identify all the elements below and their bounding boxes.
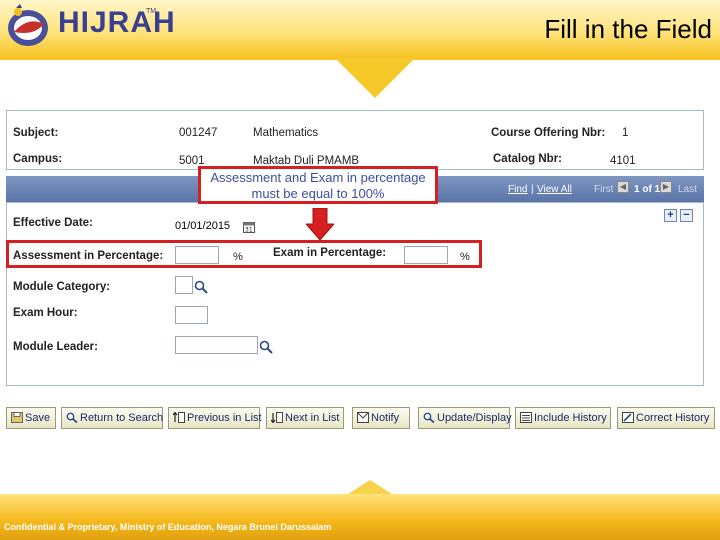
svg-text:31: 31 — [245, 227, 253, 234]
notify-icon — [357, 412, 369, 423]
previous-row-icon[interactable]: ◀ — [617, 181, 629, 193]
row-count: 1 of 1 — [634, 184, 661, 195]
form-panel: + − Effective Date: 31 Assessment in Per… — [6, 202, 704, 386]
update-display-icon — [423, 412, 435, 423]
down-arrow-icon — [306, 208, 334, 240]
nav-separator: | — [531, 184, 534, 195]
notify-label: Notify — [371, 412, 400, 424]
next-list-icon — [271, 412, 283, 423]
module-category-lookup-icon[interactable] — [194, 280, 208, 294]
previous-in-list-button[interactable]: Previous in List — [168, 407, 262, 429]
include-history-icon — [520, 412, 532, 423]
exam-hour-input[interactable] — [175, 306, 208, 324]
emblem-icon — [8, 4, 48, 46]
annotation-callout: Assessment and Exam in percentage must b… — [198, 166, 438, 204]
subject-name: Mathematics — [253, 127, 319, 139]
module-category-label: Module Category: — [13, 281, 111, 293]
next-row-icon[interactable]: ▶ — [660, 181, 672, 193]
next-in-list-label: Next in List — [285, 412, 340, 424]
logo-text: HIJRAH — [58, 6, 176, 39]
catalog-label: Catalog Nbr: — [493, 153, 562, 165]
course-offering-label: Course Offering Nbr: — [491, 127, 606, 139]
find-link[interactable]: Find — [508, 184, 527, 195]
save-icon — [11, 412, 23, 423]
view-all-link[interactable]: View All — [537, 184, 572, 195]
correct-history-icon — [622, 412, 634, 423]
module-leader-input[interactable] — [175, 336, 258, 354]
campus-label: Campus: — [13, 153, 63, 165]
module-leader-label: Module Leader: — [13, 341, 98, 353]
last-link[interactable]: Last — [678, 184, 697, 195]
subject-code: 001247 — [179, 127, 218, 139]
save-button-label: Save — [25, 412, 51, 424]
top-banner-notch — [335, 58, 415, 98]
save-button[interactable]: Save — [6, 407, 56, 429]
return-to-search-label: Return to Search — [80, 412, 164, 424]
delete-row-button[interactable]: − — [680, 209, 693, 222]
add-row-button[interactable]: + — [664, 209, 677, 222]
logo-trademark: TM — [146, 8, 157, 15]
bottom-banner — [0, 494, 720, 540]
course-offering-value: 1 — [622, 127, 629, 139]
hijrah-logo: HIJRAH TM — [4, 2, 175, 52]
course-info-panel: Subject: 001247 Mathematics Course Offer… — [6, 110, 704, 170]
subject-label: Subject: — [13, 127, 59, 139]
module-category-input[interactable] — [175, 276, 193, 294]
return-to-search-button[interactable]: Return to Search — [61, 407, 163, 429]
effective-date-input[interactable] — [175, 217, 239, 235]
catalog-value: 4101 — [610, 155, 636, 167]
exam-hour-label: Exam Hour: — [13, 307, 78, 319]
update-display-label: Update/Display — [437, 412, 512, 424]
correct-history-label: Correct History — [636, 412, 710, 424]
percentage-fields-highlight — [6, 240, 482, 268]
previous-list-icon — [173, 412, 185, 423]
footer-text: Confidential & Proprietary, Ministry of … — [4, 522, 332, 532]
include-history-label: Include History — [534, 412, 607, 424]
first-link[interactable]: First — [594, 184, 613, 195]
calendar-icon[interactable]: 31 — [243, 221, 255, 233]
correct-history-button[interactable]: Correct History — [617, 407, 715, 429]
slide-title: Fill in the Field — [544, 14, 712, 44]
next-in-list-button[interactable]: Next in List — [266, 407, 344, 429]
previous-in-list-label: Previous in List — [187, 412, 262, 424]
search-icon — [66, 412, 78, 423]
notify-button[interactable]: Notify — [352, 407, 410, 429]
module-leader-lookup-icon[interactable] — [259, 340, 273, 354]
effective-date-label: Effective Date: — [13, 217, 93, 229]
update-display-button[interactable]: Update/Display — [418, 407, 512, 429]
include-history-button[interactable]: Include History — [515, 407, 611, 429]
